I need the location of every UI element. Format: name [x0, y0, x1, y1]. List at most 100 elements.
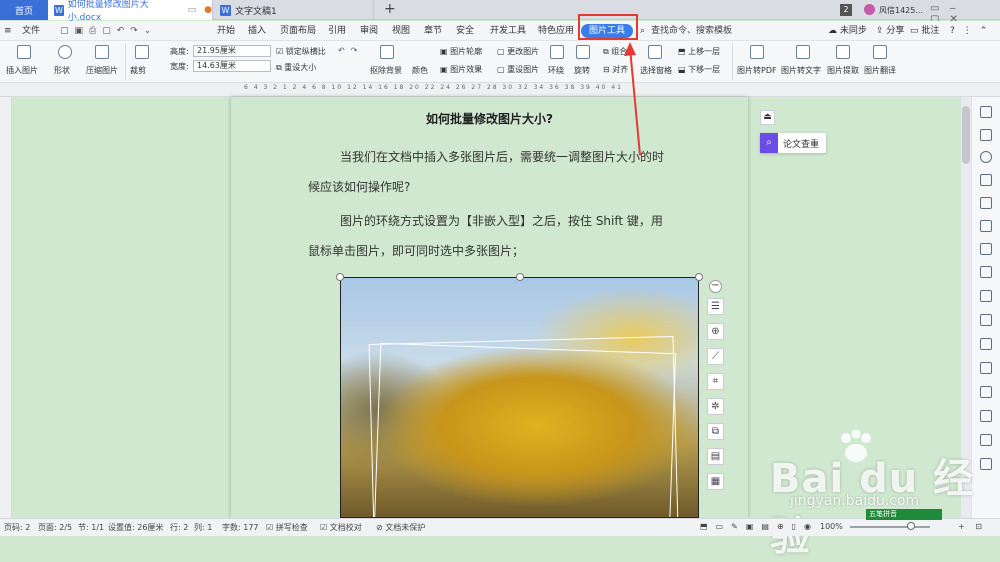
insert-picture-icon[interactable] — [17, 45, 31, 59]
menu-chapter[interactable]: 章节 — [424, 24, 442, 38]
spell-check-button[interactable]: ☑ 拼写检查 — [266, 522, 308, 533]
crop-button[interactable]: 裁剪 — [130, 65, 146, 76]
menu-reference[interactable]: 引用 — [328, 24, 346, 38]
share-button[interactable]: ⇪ 分享 — [876, 24, 904, 38]
remove-background-icon[interactable] — [380, 45, 394, 59]
sidebar-tool-icon[interactable] — [980, 434, 992, 446]
translate-icon[interactable] — [873, 45, 887, 59]
menu-developer[interactable]: 开发工具 — [490, 24, 526, 38]
sidebar-tool-icon[interactable] — [980, 386, 992, 398]
quick-access-icons[interactable]: ▢▣⎙▢↶↷⌄ — [60, 24, 157, 38]
tab-home[interactable]: 首页 — [0, 0, 48, 20]
style-icon[interactable] — [980, 174, 992, 186]
wrap-button[interactable]: 环绕 — [548, 65, 564, 76]
resize-handle[interactable] — [516, 273, 524, 281]
translate-button[interactable]: 图片翻译 — [864, 65, 896, 76]
search-icon[interactable]: ⌕ — [640, 24, 645, 38]
panel-collapse-icon[interactable]: ⏏ — [760, 110, 775, 125]
avatar[interactable] — [864, 4, 875, 15]
lock-ratio-checkbox[interactable]: ☑ 锁定纵横比 — [276, 46, 326, 57]
to-text-icon[interactable] — [796, 45, 810, 59]
command-search[interactable]: 查找命令、搜索模板 — [651, 24, 732, 38]
to-pdf-icon[interactable] — [750, 45, 764, 59]
settings-icon[interactable] — [980, 290, 992, 302]
monitor-icon[interactable]: ▭ — [188, 5, 197, 15]
menu-view[interactable]: 视图 — [392, 24, 410, 38]
menu-special[interactable]: 特色应用 — [538, 24, 574, 38]
zoom-level[interactable]: 100% — [820, 522, 843, 531]
rotate-icons[interactable]: ↶↷ — [338, 46, 363, 55]
new-tab-button[interactable]: + — [384, 1, 396, 17]
wrap-icon[interactable] — [550, 45, 564, 59]
send-backward-button[interactable]: ⬓ 下移一层 — [678, 64, 720, 75]
location-icon[interactable] — [980, 151, 992, 163]
resize-handle[interactable] — [336, 273, 344, 281]
compress-button[interactable]: 压缩图片 — [86, 65, 118, 76]
selected-picture[interactable] — [340, 277, 699, 518]
color-button[interactable]: 颜色 — [412, 65, 428, 76]
compress-icon[interactable] — [95, 45, 109, 59]
to-pdf-button[interactable]: 图片转PDF — [737, 65, 777, 76]
menu-home[interactable]: 开始 — [217, 24, 235, 38]
shape-button[interactable]: 形状 — [54, 65, 70, 76]
layout-options-icon[interactable]: ☰ — [707, 298, 724, 315]
extract-button[interactable]: 图片提取 — [827, 65, 859, 76]
tab-document-active[interactable]: W 如何批量修改图片大小.docx ▭ ● — [48, 0, 213, 23]
grid-icon[interactable] — [980, 243, 992, 255]
crop-icon[interactable] — [135, 45, 149, 59]
vertical-ruler[interactable] — [0, 97, 12, 518]
annotate-button[interactable]: ▭ 批注 — [910, 24, 939, 38]
zoom-icon[interactable]: ⊕ — [707, 323, 724, 340]
view-mode-icons[interactable]: ⬒▭✎▣▤⊕▯◉ — [700, 522, 819, 531]
window-count-badge[interactable]: 2 — [840, 4, 852, 16]
tab-document-2[interactable]: W 文字文稿1 — [214, 0, 374, 20]
rotate-icon[interactable] — [576, 45, 590, 59]
width-field[interactable]: 14.63厘米 — [193, 60, 271, 72]
copy-float-icon[interactable]: ⧉ — [707, 423, 724, 440]
effect-button[interactable]: ▣ 图片效果 — [440, 64, 482, 75]
outline-button[interactable]: ▣ 图片轮廓 — [440, 46, 482, 57]
chart-icon[interactable] — [980, 266, 992, 278]
zoom-slider[interactable] — [850, 526, 930, 528]
sidebar-tool-icon[interactable] — [980, 362, 992, 374]
bring-forward-button[interactable]: ⬒ 上移一层 — [678, 46, 720, 57]
menu-security[interactable]: 安全 — [456, 24, 474, 38]
translate-float-icon[interactable]: ▦ — [707, 473, 724, 490]
brush-icon[interactable] — [980, 197, 992, 209]
zoom-in-icon[interactable]: + ⊡ — [958, 522, 986, 531]
status-page-number[interactable]: 页码: 2 — [4, 522, 30, 533]
change-picture-button[interactable]: ▢ 更改图片 — [497, 46, 539, 57]
rotate-button[interactable]: 旋转 — [574, 65, 590, 76]
lock-icon[interactable] — [980, 314, 992, 326]
sidebar-tool-icon[interactable] — [980, 338, 992, 350]
menu-insert[interactable]: 插入 — [248, 24, 266, 38]
ime-indicator[interactable]: 五笔拼音 — [866, 509, 942, 520]
extract-icon[interactable] — [836, 45, 850, 59]
menu-hamburger-icon[interactable]: ≡ — [4, 24, 12, 38]
collapse-tools-button[interactable]: − — [709, 280, 722, 293]
status-pages[interactable]: 页面: 2/5 — [38, 522, 72, 533]
cursor-icon[interactable] — [980, 129, 992, 141]
effect-float-icon[interactable]: ✲ — [707, 398, 724, 415]
zoom-slider-knob[interactable] — [907, 522, 915, 530]
menu-page-layout[interactable]: 页面布局 — [280, 24, 316, 38]
shape-icon[interactable] — [58, 45, 72, 59]
image-icon[interactable] — [980, 410, 992, 422]
scroll-thumb[interactable] — [962, 106, 970, 164]
insert-picture-button[interactable]: 插入图片 — [6, 65, 38, 76]
plagiarism-check-button[interactable]: ⌕ 论文查重 — [760, 133, 826, 153]
edit-icon[interactable] — [980, 106, 992, 118]
sync-status[interactable]: ☁ 未同步 — [828, 24, 867, 38]
help-icon[interactable]: ?⋮⌃ — [950, 24, 995, 38]
to-text-button[interactable]: 图片转文字 — [781, 65, 821, 76]
reset-size-button[interactable]: ⧉ 重设大小 — [276, 62, 316, 73]
height-field[interactable]: 21.95厘米 — [193, 45, 271, 57]
proofread-button[interactable]: ☑ 文档校对 — [320, 522, 362, 533]
protect-status[interactable]: ⊘ 文档未保护 — [376, 522, 425, 533]
menu-review[interactable]: 审阅 — [360, 24, 378, 38]
resize-handle[interactable] — [695, 273, 703, 281]
menu-file[interactable]: 文件 — [22, 24, 40, 38]
remove-bg-icon[interactable]: ⟋ — [707, 348, 724, 365]
extract-float-icon[interactable]: ▤ — [707, 448, 724, 465]
user-name[interactable]: 风信1425... — [879, 5, 923, 16]
